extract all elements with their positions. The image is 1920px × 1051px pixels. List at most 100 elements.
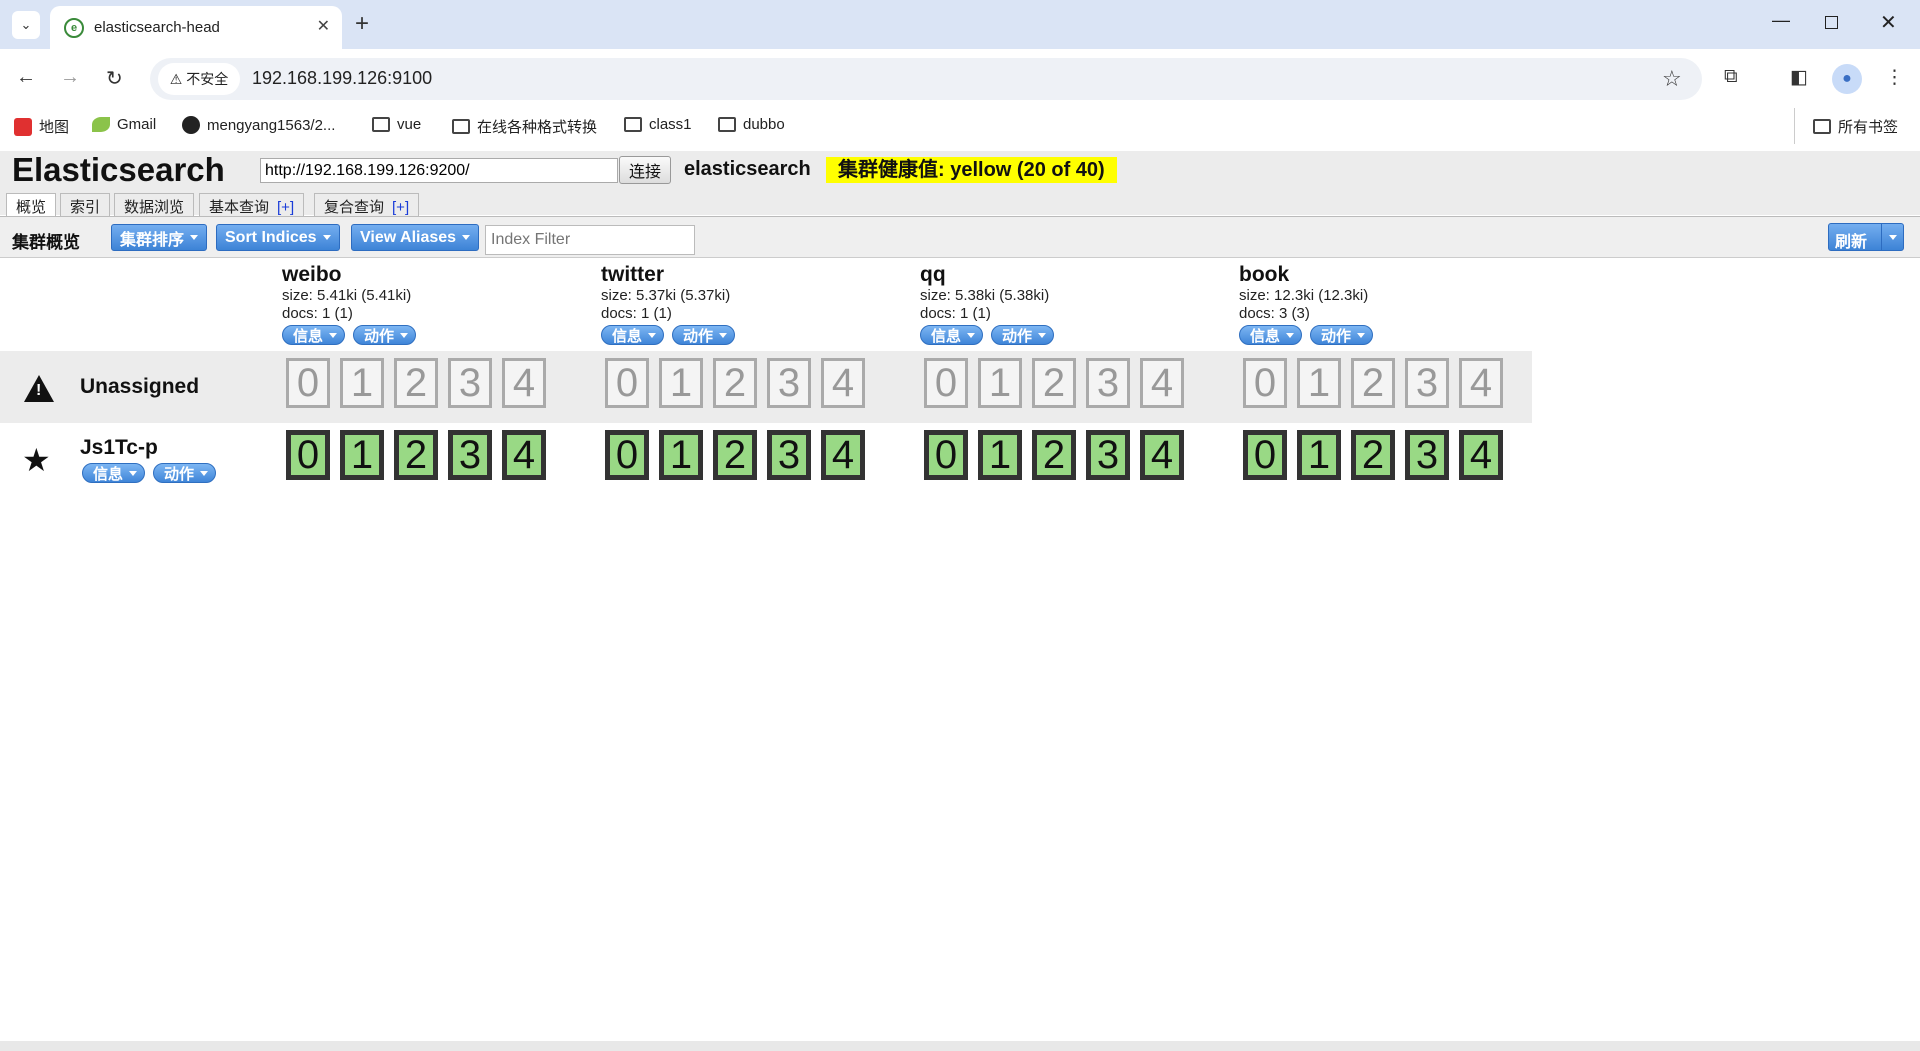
unassigned-shard[interactable]: 0 (286, 358, 330, 408)
unassigned-shard[interactable]: 0 (1243, 358, 1287, 408)
unassigned-shard[interactable]: 3 (767, 358, 811, 408)
restore-icon[interactable] (1825, 10, 1838, 34)
bookmark-gmail[interactable]: Gmail (92, 116, 156, 133)
connect-button[interactable]: 连接 (619, 156, 671, 184)
assigned-shard[interactable]: 1 (659, 430, 703, 480)
window-close-icon[interactable]: ✕ (1880, 10, 1897, 35)
browser-tab[interactable]: e elasticsearch-head ✕ (50, 6, 342, 49)
unassigned-shard[interactable]: 1 (659, 358, 703, 408)
tab-label: 索引 (70, 199, 101, 216)
unassigned-shard[interactable]: 0 (924, 358, 968, 408)
reload-icon[interactable]: ↻ (106, 66, 123, 91)
minimize-icon[interactable]: — (1772, 10, 1790, 31)
unassigned-shard[interactable]: 1 (1297, 358, 1341, 408)
bookmark-dubbo[interactable]: dubbo (718, 116, 785, 133)
node-action-button[interactable]: 动作 (153, 463, 217, 483)
assigned-shard[interactable]: 1 (978, 430, 1022, 480)
assigned-shard[interactable]: 2 (1032, 430, 1076, 480)
unassigned-shard[interactable]: 3 (448, 358, 492, 408)
tab-overview[interactable]: 概览 (6, 193, 57, 218)
assigned-shard[interactable]: 1 (1297, 430, 1341, 480)
tab-basic-query[interactable]: 基本查询 [+] (199, 193, 305, 217)
assigned-shard[interactable]: 4 (1459, 430, 1503, 480)
assigned-shard[interactable]: 4 (1140, 430, 1184, 480)
bookmark-map[interactable]: 地图 (14, 116, 69, 137)
url-text[interactable]: 192.168.199.126:9100 (252, 68, 432, 89)
assigned-shard[interactable]: 0 (1243, 430, 1287, 480)
menu-kebab-icon[interactable]: ⋮ (1885, 66, 1904, 89)
bookmark-vue[interactable]: vue (372, 116, 421, 133)
assigned-shard[interactable]: 2 (1351, 430, 1395, 480)
bookmark-label: 地图 (39, 119, 70, 136)
assigned-shard[interactable]: 0 (924, 430, 968, 480)
all-bookmarks[interactable]: 所有书签 (1794, 108, 1898, 144)
tab-plus: [+] (277, 199, 295, 216)
assigned-shard[interactable]: 3 (767, 430, 811, 480)
index-action-button[interactable]: 动作 (353, 325, 417, 345)
assigned-shard[interactable]: 0 (286, 430, 330, 480)
unassigned-shard[interactable]: 0 (605, 358, 649, 408)
bookmark-format-convert[interactable]: 在线各种格式转换 (452, 116, 597, 137)
index-filter-input[interactable] (485, 225, 695, 255)
assigned-shard[interactable]: 3 (1086, 430, 1130, 480)
assigned-shard[interactable]: 4 (821, 430, 865, 480)
unassigned-shard[interactable]: 2 (1032, 358, 1076, 408)
tab-browser[interactable]: 数据浏览 (114, 193, 195, 217)
new-tab-icon[interactable]: + (355, 10, 369, 38)
cluster-health-badge: 集群健康值: yellow (20 of 40) (826, 157, 1117, 183)
assigned-shard[interactable]: 0 (605, 430, 649, 480)
unassigned-shard[interactable]: 3 (1086, 358, 1130, 408)
unassigned-shard[interactable]: 3 (1405, 358, 1449, 408)
forward-icon[interactable]: → (60, 66, 80, 89)
unassigned-shard[interactable]: 2 (1351, 358, 1395, 408)
side-panel-icon[interactable]: ◧ (1790, 66, 1808, 89)
profile-avatar[interactable]: ● (1832, 64, 1862, 94)
bookmark-star-icon[interactable]: ☆ (1662, 66, 1682, 92)
security-chip[interactable]: ⚠ 不安全 (158, 63, 240, 95)
unassigned-shard[interactable]: 4 (1140, 358, 1184, 408)
assigned-shard[interactable]: 3 (448, 430, 492, 480)
tab-compound-query[interactable]: 复合查询 [+] (314, 193, 420, 217)
index-info-button[interactable]: 信息 (601, 325, 665, 345)
unassigned-shard[interactable]: 1 (978, 358, 1022, 408)
chevron-down-icon (322, 235, 331, 240)
unassigned-shard[interactable]: 4 (1459, 358, 1503, 408)
assigned-shard[interactable]: 4 (502, 430, 546, 480)
index-info-button[interactable]: 信息 (282, 325, 346, 345)
folder-icon (372, 117, 390, 132)
chevron-down-icon (967, 332, 976, 338)
index-action-button[interactable]: 动作 (991, 325, 1055, 345)
index-info-button[interactable]: 信息 (1239, 325, 1303, 345)
assigned-shard[interactable]: 2 (394, 430, 438, 480)
unassigned-shard[interactable]: 2 (394, 358, 438, 408)
node-info-button[interactable]: 信息 (82, 463, 146, 483)
app-logo: Elasticsearch (12, 151, 225, 188)
extensions-icon[interactable]: ⧉ (1724, 66, 1738, 88)
index-info-button[interactable]: 信息 (920, 325, 984, 345)
pill-label: 动作 (1321, 327, 1352, 345)
unassigned-shard[interactable]: 1 (340, 358, 384, 408)
unassigned-shard[interactable]: 2 (713, 358, 757, 408)
refresh-button[interactable]: 刷新 (1828, 223, 1904, 251)
index-action-button[interactable]: 动作 (1310, 325, 1374, 345)
chevron-down-icon[interactable] (1889, 235, 1897, 240)
tab-label: 基本查询 (209, 199, 270, 216)
unassigned-shard[interactable]: 4 (821, 358, 865, 408)
back-icon[interactable]: ← (16, 66, 36, 89)
cluster-sort-button[interactable]: 集群排序 (111, 224, 208, 251)
assigned-shard[interactable]: 3 (1405, 430, 1449, 480)
bookmark-label: 在线各种格式转换 (477, 119, 598, 136)
tab-search-icon[interactable]: ⌄ (12, 11, 40, 39)
assigned-shard[interactable]: 1 (340, 430, 384, 480)
index-action-button[interactable]: 动作 (672, 325, 736, 345)
folder-icon (624, 117, 642, 132)
tab-indices[interactable]: 索引 (60, 193, 111, 217)
connect-url-input[interactable] (260, 158, 618, 183)
bookmark-github[interactable]: mengyang1563/2... (182, 116, 335, 134)
assigned-shard[interactable]: 2 (713, 430, 757, 480)
unassigned-shard[interactable]: 4 (502, 358, 546, 408)
bookmark-class1[interactable]: class1 (624, 116, 692, 133)
view-aliases-button[interactable]: View Aliases (351, 224, 480, 251)
sort-indices-button[interactable]: Sort Indices (216, 224, 340, 251)
close-tab-icon[interactable]: ✕ (317, 16, 330, 36)
